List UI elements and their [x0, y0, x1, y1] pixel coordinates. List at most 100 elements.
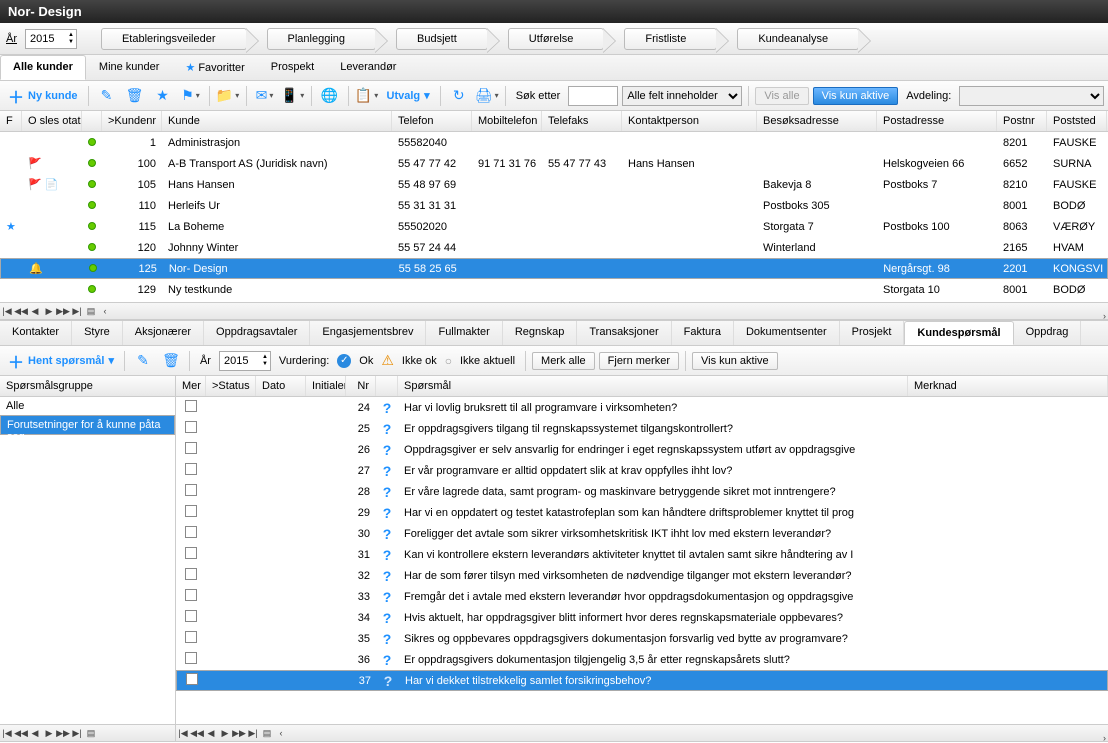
row-checkbox[interactable] — [185, 484, 197, 496]
row-checkbox[interactable] — [185, 589, 197, 601]
year-spinner[interactable]: ▲▼ — [25, 29, 77, 49]
row-checkbox[interactable] — [185, 400, 197, 412]
detail-tab[interactable]: Kontakter — [0, 321, 72, 345]
detail-tab[interactable]: Prosjekt — [840, 321, 905, 345]
question-row[interactable]: 34?Hvis aktuelt, har oppdragsgiver blitt… — [176, 607, 1108, 628]
nav-next-page[interactable]: ▶▶ — [56, 306, 70, 317]
avdeling-select[interactable] — [959, 86, 1104, 106]
new-customer-button[interactable]: ＋Ny kunde — [4, 84, 82, 108]
detail-tab[interactable]: Kundespørsmål — [904, 321, 1013, 345]
customer-tab[interactable]: Prospekt — [258, 55, 327, 80]
print-icon[interactable]: 🖨 — [475, 85, 499, 107]
nav-expand[interactable]: ▤ — [84, 306, 98, 317]
nav-first[interactable]: |◀ — [0, 306, 14, 317]
detail-tab[interactable]: Engasjementsbrev — [310, 321, 426, 345]
row-checkbox[interactable] — [185, 421, 197, 433]
row-checkbox[interactable] — [185, 568, 197, 580]
delete-q-icon[interactable]: 🗑 — [159, 350, 183, 372]
row-checkbox[interactable] — [185, 610, 197, 622]
question-row[interactable]: 37?Har vi dekket tilstrekkelig samlet fo… — [176, 670, 1108, 691]
question-row[interactable]: 27?Er vår programvare er alltid oppdater… — [176, 460, 1108, 481]
process-tab[interactable]: Budsjett — [396, 28, 488, 50]
merk-alle-button[interactable]: Merk alle — [532, 352, 595, 370]
table-row[interactable]: 110Herleifs Ur55 31 31 31Postboks 305800… — [0, 195, 1108, 216]
table-row[interactable]: 1Administrasjon555820408201FAUSKE — [0, 132, 1108, 153]
customer-tab[interactable]: Leverandør — [327, 55, 409, 80]
detail-tab[interactable]: Transaksjoner — [577, 321, 671, 345]
row-checkbox[interactable] — [185, 526, 197, 538]
star-icon[interactable]: ★ — [151, 85, 175, 107]
mail-icon[interactable]: ✉ — [253, 85, 277, 107]
ar-input[interactable] — [220, 353, 260, 369]
row-checkbox[interactable] — [185, 547, 197, 559]
table-row[interactable]: 🚩100A-B Transport AS (Juridisk navn)55 4… — [0, 153, 1108, 174]
customer-tab[interactable]: Mine kunder — [86, 55, 173, 80]
process-tab[interactable]: Etableringsveileder — [101, 28, 247, 50]
row-checkbox[interactable] — [185, 505, 197, 517]
question-row[interactable]: 35?Sikres og oppbevares oppdragsgivers d… — [176, 628, 1108, 649]
vis-alle-button[interactable]: Vis alle — [755, 87, 808, 105]
question-row[interactable]: 31?Kan vi kontrollere ekstern leverandør… — [176, 544, 1108, 565]
mobile-icon[interactable]: 📱 — [281, 85, 305, 107]
detail-tab[interactable]: Oppdrag — [1014, 321, 1082, 345]
year-down[interactable]: ▼ — [66, 39, 76, 46]
question-row[interactable]: 29?Har vi en oppdatert og testet katastr… — [176, 502, 1108, 523]
table-row[interactable]: 🔔125Nor- Design55 58 25 65Nergårsgt. 982… — [0, 258, 1108, 279]
row-checkbox[interactable] — [185, 652, 197, 664]
question-row[interactable]: 30?Foreligger det avtale som sikrer virk… — [176, 523, 1108, 544]
group-item[interactable]: Alle — [0, 397, 175, 415]
process-tab[interactable]: Kundeanalyse — [737, 28, 859, 50]
customer-tab[interactable]: Alle kunder — [0, 55, 86, 80]
ikke-aktuell-button[interactable]: Ikke aktuell — [456, 355, 519, 367]
detail-tab[interactable]: Oppdragsavtaler — [204, 321, 310, 345]
fjern-merker-button[interactable]: Fjern merker — [599, 352, 679, 370]
vis-kun-aktive-button[interactable]: Vis kun aktive — [813, 87, 899, 105]
ok-button[interactable]: Ok — [355, 355, 377, 367]
process-tab[interactable]: Utførelse — [508, 28, 605, 50]
edit-icon[interactable]: ✎ — [95, 85, 119, 107]
year-up[interactable]: ▲ — [66, 32, 76, 39]
nav-prev-page[interactable]: ◀◀ — [14, 306, 28, 317]
row-checkbox[interactable] — [185, 442, 197, 454]
question-row[interactable]: 33?Fremgår det i avtale med ekstern leve… — [176, 586, 1108, 607]
detail-tab[interactable]: Dokumentsenter — [734, 321, 840, 345]
process-tab[interactable]: Fristliste — [624, 28, 717, 50]
filter-field-select[interactable]: Alle felt inneholder — [622, 86, 742, 106]
vis-kun-aktive-q-button[interactable]: Vis kun aktive — [692, 352, 778, 370]
edit-q-icon[interactable]: ✎ — [131, 350, 155, 372]
question-row[interactable]: 24?Har vi lovlig bruksrett til all progr… — [176, 397, 1108, 418]
nav-prev[interactable]: ◀ — [28, 306, 42, 317]
detail-tab[interactable]: Regnskap — [503, 321, 578, 345]
process-tab[interactable]: Planlegging — [267, 28, 377, 50]
nav-last[interactable]: ▶| — [70, 306, 84, 317]
hent-sporsmal-button[interactable]: ＋Hent spørsmål ▾ — [4, 349, 118, 373]
ar-spinner[interactable]: ▲▼ — [219, 351, 271, 371]
question-row[interactable]: 28?Er våre lagrede data, samt program- o… — [176, 481, 1108, 502]
refresh-icon[interactable]: ↻ — [447, 85, 471, 107]
detail-tab[interactable]: Styre — [72, 321, 123, 345]
utvalg-button[interactable]: Utvalg ▾ — [383, 89, 434, 102]
document-icon[interactable]: 📋 — [355, 85, 379, 107]
flag-icon[interactable]: ⚑ — [179, 85, 203, 107]
table-row[interactable]: ★115La Boheme55502020Storgata 7Postboks … — [0, 216, 1108, 237]
table-row[interactable]: 🚩 📄105Hans Hansen55 48 97 69Bakevja 8Pos… — [0, 174, 1108, 195]
question-row[interactable]: 36?Er oppdragsgivers dokumentasjon tilgj… — [176, 649, 1108, 670]
table-row[interactable]: 120Johnny Winter55 57 24 44Winterland216… — [0, 237, 1108, 258]
search-input[interactable] — [568, 86, 618, 106]
row-checkbox[interactable] — [185, 631, 197, 643]
globe-icon[interactable]: 🌐 — [318, 85, 342, 107]
group-item[interactable]: Forutsetninger for å kunne påta seg — [0, 415, 175, 435]
detail-tab[interactable]: Faktura — [672, 321, 734, 345]
question-row[interactable]: 32?Har de som fører tilsyn med virksomhe… — [176, 565, 1108, 586]
row-checkbox[interactable] — [186, 673, 198, 685]
detail-tab[interactable]: Aksjonærer — [123, 321, 204, 345]
row-checkbox[interactable] — [185, 463, 197, 475]
ikke-ok-button[interactable]: Ikke ok — [398, 355, 441, 367]
table-row[interactable]: 129Ny testkundeStorgata 108001BODØ — [0, 279, 1108, 300]
delete-icon[interactable]: 🗑 — [123, 85, 147, 107]
detail-tab[interactable]: Fullmakter — [426, 321, 502, 345]
nav-next[interactable]: ▶ — [42, 306, 56, 317]
question-row[interactable]: 26?Oppdragsgiver er selv ansvarlig for e… — [176, 439, 1108, 460]
question-row[interactable]: 25?Er oppdragsgivers tilgang til regnska… — [176, 418, 1108, 439]
year-input[interactable] — [26, 31, 66, 47]
